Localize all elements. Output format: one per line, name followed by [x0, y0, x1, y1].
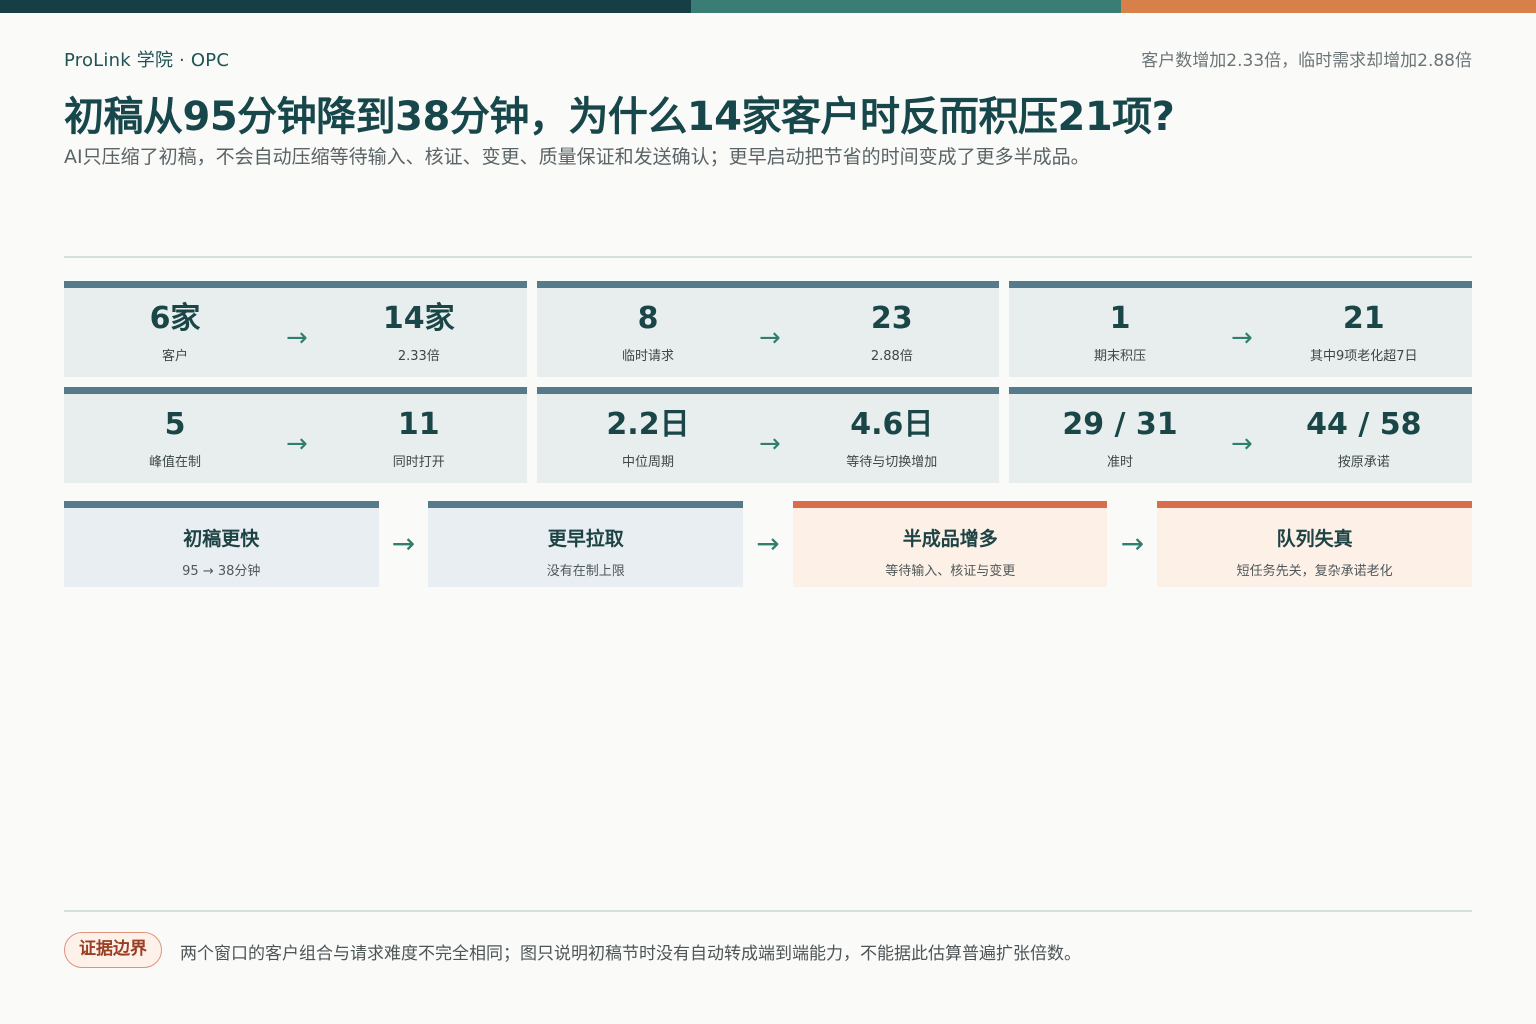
- flow-step-faster-draft: 初稿更快 95 → 38分钟: [64, 501, 379, 587]
- summary-text: 客户数增加2.33倍，临时需求却增加2.88倍: [1141, 51, 1472, 71]
- brand-label: ProLink 学院 · OPC: [64, 50, 230, 71]
- top-bar-orange: [1121, 0, 1536, 13]
- metric-card-ontime: 29 / 31 准时 → 44 / 58 按原承诺: [1009, 387, 1472, 483]
- arrow-right-icon: →: [286, 428, 308, 459]
- metric-before: 29 / 31 准时: [1009, 406, 1231, 470]
- footer-note: 两个窗口的客户组合与请求难度不完全相同；图只说明初稿节时没有自动转成端到端能力，…: [180, 944, 1081, 964]
- metric-before-value: 6家: [149, 300, 201, 336]
- flow-step-title: 更早拉取: [547, 528, 624, 550]
- flow-step-title: 队列失真: [1276, 528, 1353, 550]
- metric-after: 4.6日 等待与切换增加: [781, 406, 1003, 470]
- metric-after: 44 / 58 按原承诺: [1253, 406, 1475, 470]
- flow-step-sub: 95 → 38分钟: [182, 564, 261, 579]
- metric-after-label: 等待与切换增加: [846, 454, 938, 470]
- metric-before-value: 29 / 31: [1062, 406, 1178, 442]
- metric-after-value: 44 / 58: [1306, 406, 1422, 442]
- metric-card-backlog: 1 期末积压 → 21 其中9项老化超7日: [1009, 281, 1472, 377]
- flow-step-queue-distortion: 队列失真 短任务先关，复杂承诺老化: [1157, 501, 1472, 587]
- metric-before: 2.2日 中位周期: [537, 406, 759, 470]
- flow-step-sub: 等待输入、核证与变更: [885, 564, 1016, 579]
- header-divider: [64, 256, 1472, 258]
- arrow-right-icon: →: [1231, 322, 1253, 353]
- metric-before: 6家 客户: [64, 300, 286, 364]
- arrow-right-icon: →: [759, 428, 781, 459]
- footer-divider: [64, 910, 1472, 912]
- metric-before-value: 2.2日: [606, 406, 690, 442]
- metric-after-label: 同时打开: [392, 454, 445, 470]
- page-title: 初稿从95分钟降到38分钟，为什么14家客户时反而积压21项?: [64, 94, 1175, 140]
- metric-card-clients: 6家 客户 → 14家 2.33倍: [64, 281, 527, 377]
- metric-after-label: 按原承诺: [1337, 454, 1390, 470]
- page-subtitle: AI只压缩了初稿，不会自动压缩等待输入、核证、变更、质量保证和发送确认；更早启动…: [64, 146, 1090, 168]
- metric-before: 5 峰值在制: [64, 406, 286, 470]
- top-color-bar: [0, 0, 1536, 13]
- metric-after-label: 其中9项老化超7日: [1310, 348, 1418, 364]
- metric-before-label: 客户: [161, 348, 188, 364]
- metric-before-value: 8: [637, 300, 659, 336]
- flow-step-earlier-pull: 更早拉取 没有在制上限: [428, 501, 744, 587]
- metric-after: 23 2.88倍: [781, 300, 1003, 364]
- metric-after: 14家 2.33倍: [308, 300, 530, 364]
- flow-step-sub: 没有在制上限: [546, 564, 625, 579]
- metrics-grid: 6家 客户 → 14家 2.33倍 8 临时请求 → 23 2.88倍 1 期末…: [64, 281, 1472, 483]
- metric-card-wip: 5 峰值在制 → 11 同时打开: [64, 387, 527, 483]
- metric-before: 8 临时请求: [537, 300, 759, 364]
- arrow-right-icon: →: [756, 527, 780, 560]
- metric-after-value: 23: [870, 300, 913, 336]
- metric-after-value: 11: [397, 406, 440, 442]
- metric-after-value: 4.6日: [850, 406, 934, 442]
- arrow-right-icon: →: [391, 527, 416, 560]
- metric-card-cycle: 2.2日 中位周期 → 4.6日 等待与切换增加: [537, 387, 999, 483]
- flow-step-title: 初稿更快: [183, 528, 260, 550]
- arrow-right-icon: →: [1120, 527, 1145, 560]
- metric-after-value: 21: [1342, 300, 1385, 336]
- metric-before: 1 期末积压: [1009, 300, 1231, 364]
- metric-after: 11 同时打开: [308, 406, 530, 470]
- metric-before-label: 临时请求: [621, 348, 674, 364]
- metric-card-requests: 8 临时请求 → 23 2.88倍: [537, 281, 999, 377]
- metric-before-label: 峰值在制: [148, 454, 201, 470]
- metric-before-value: 1: [1109, 300, 1131, 336]
- metric-after-label: 2.88倍: [870, 348, 913, 364]
- arrow-right-icon: →: [286, 322, 308, 353]
- flow-step-sub: 短任务先关，复杂承诺老化: [1236, 564, 1393, 579]
- evidence-boundary-badge: 证据边界: [64, 932, 162, 968]
- metric-before-label: 准时: [1106, 454, 1133, 470]
- top-bar-dark: [0, 0, 691, 13]
- flow-step-more-wip: 半成品增多 等待输入、核证与变更: [792, 501, 1108, 587]
- metric-before-label: 中位周期: [621, 454, 674, 470]
- metric-after-label: 2.33倍: [397, 348, 440, 364]
- metric-after: 21 其中9项老化超7日: [1253, 300, 1475, 364]
- arrow-right-icon: →: [1231, 428, 1253, 459]
- metric-after-value: 14家: [382, 300, 455, 336]
- causal-flow: 初稿更快 95 → 38分钟 → 更早拉取 没有在制上限 → 半成品增多 等待输…: [64, 501, 1472, 587]
- arrow-right-icon: →: [759, 322, 781, 353]
- metric-before-value: 5: [164, 406, 186, 442]
- top-bar-teal: [691, 0, 1121, 13]
- flow-step-title: 半成品增多: [902, 528, 998, 550]
- metric-before-label: 期末积压: [1093, 348, 1146, 364]
